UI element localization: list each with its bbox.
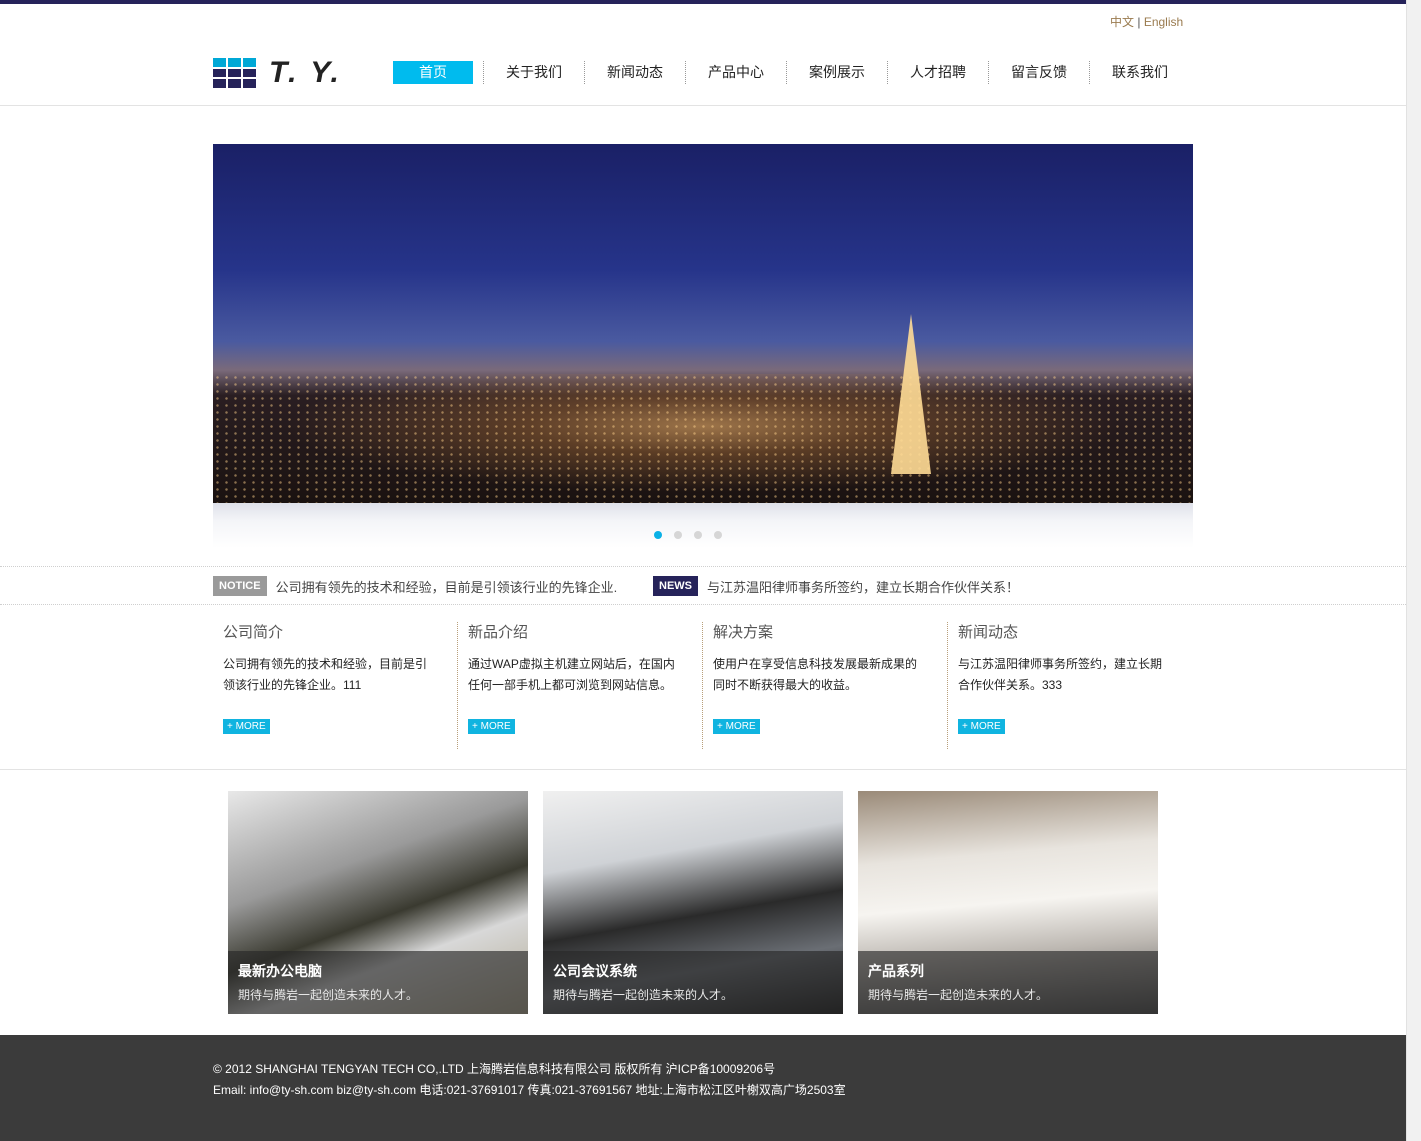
nav-divider [877,61,898,84]
footer-copyright: © 2012 SHANGHAI TENGYAN TECH CO,.LTD 上海腾… [213,1062,776,1076]
lang-separator: | [1137,15,1141,29]
column-text: 公司拥有领先的技术和经验，目前是引领该行业的先锋企业。111 [223,657,428,692]
product-card-meeting[interactable]: 公司会议系统 期待与腾岩一起创造未来的人才。 [543,791,843,1014]
footer-contact: Email: info@ty-sh.com biz@ty-sh.com 电话:0… [213,1083,846,1097]
card-title: 产品系列 [868,963,924,979]
column-solutions: 解决方案 使用户在享受信息科技发展最新成果的同时不断获得最大的收益。 + MOR… [703,622,948,749]
column-title: 公司简介 [223,624,284,641]
nav-item-news[interactable]: 新闻动态 [595,61,675,84]
column-title: 新品介绍 [468,624,529,641]
nav-item-jobs[interactable]: 人才招聘 [898,61,978,84]
card-caption: 产品系列 期待与腾岩一起创造未来的人才。 [858,951,1158,1014]
site-footer: © 2012 SHANGHAI TENGYAN TECH CO,.LTD 上海腾… [0,1035,1406,1141]
more-button[interactable]: + MORE [713,719,760,734]
card-caption: 最新办公电脑 期待与腾岩一起创造未来的人才。 [228,951,528,1014]
nav-divider [776,61,797,84]
column-text: 与江苏温阳律师事务所签约，建立长期合作伙伴关系。333 [958,657,1163,692]
product-cards: 最新办公电脑 期待与腾岩一起创造未来的人才。 公司会议系统 期待与腾岩一起创造未… [228,791,1158,1014]
product-card-laptop[interactable]: 最新办公电脑 期待与腾岩一起创造未来的人才。 [228,791,528,1014]
nav-item-cases[interactable]: 案例展示 [797,61,877,84]
header-divider [0,105,1406,106]
card-title: 最新办公电脑 [238,963,322,979]
main-nav: 首页 关于我们 新闻动态 产品中心 案例展示 人才招聘 留言反馈 联系我们 [393,61,1180,84]
card-title: 公司会议系统 [553,963,637,979]
card-caption: 公司会议系统 期待与腾岩一起创造未来的人才。 [543,951,843,1014]
nav-divider [473,61,494,84]
ticker-top-divider [0,566,1406,567]
nav-item-home[interactable]: 首页 [393,61,473,84]
column-text: 使用户在享受信息科技发展最新成果的同时不断获得最大的收益。 [713,657,918,692]
banner-reflection [213,503,1193,548]
ticker-bottom-divider [0,604,1406,605]
slider-dot-4[interactable] [714,531,722,539]
card-desc: 期待与腾岩一起创造未来的人才。 [238,988,419,1002]
column-about: 公司简介 公司拥有领先的技术和经验，目前是引领该行业的先锋企业。111 + MO… [213,622,458,749]
notice-text[interactable]: 公司拥有领先的技术和经验，目前是引领该行业的先锋企业. [276,577,618,596]
logo-grid-icon [213,58,256,88]
more-button[interactable]: + MORE [468,719,515,734]
info-columns: 公司简介 公司拥有领先的技术和经验，目前是引领该行业的先锋企业。111 + MO… [213,622,1193,749]
more-button[interactable]: + MORE [958,719,1005,734]
news-text[interactable]: 与江苏温阳律师事务所签约，建立长期合作伙伴关系！ [707,577,1019,596]
notice-bar: NOTICE 公司拥有领先的技术和经验，目前是引领该行业的先锋企业. [213,576,617,596]
top-accent-bar [0,0,1406,4]
more-button[interactable]: + MORE [223,719,270,734]
column-title: 解决方案 [713,624,774,641]
logo-text: T. Y. [269,56,342,89]
nav-divider [675,61,696,84]
column-new-products: 新品介绍 通过WAP虚拟主机建立网站后，在国内任何一部手机上都可浏览到网站信息。… [458,622,703,749]
news-bar: NEWS 与江苏温阳律师事务所签约，建立长期合作伙伴关系！ [653,576,1019,596]
card-desc: 期待与腾岩一起创造未来的人才。 [868,988,1049,1002]
column-news: 新闻动态 与江苏温阳律师事务所签约，建立长期合作伙伴关系。333 + MORE [948,622,1193,749]
language-switcher: 中文 | English [1110,13,1183,30]
nav-divider [978,61,999,84]
card-desc: 期待与腾岩一起创造未来的人才。 [553,988,734,1002]
nav-item-contact[interactable]: 联系我们 [1100,61,1180,84]
hero-banner-image[interactable] [213,144,1193,503]
nav-item-feedback[interactable]: 留言反馈 [999,61,1079,84]
nav-divider [1079,61,1100,84]
news-badge: NEWS [653,576,698,596]
product-card-series[interactable]: 产品系列 期待与腾岩一起创造未来的人才。 [858,791,1158,1014]
nav-divider [574,61,595,84]
nav-item-products[interactable]: 产品中心 [696,61,776,84]
slider-dot-3[interactable] [694,531,702,539]
lang-en-link[interactable]: English [1144,15,1183,29]
notice-badge: NOTICE [213,576,267,596]
section-divider [0,769,1406,770]
slider-dot-1[interactable] [654,531,662,539]
column-text: 通过WAP虚拟主机建立网站后，在国内任何一部手机上都可浏览到网站信息。 [468,657,675,692]
column-title: 新闻动态 [958,624,1019,641]
site-logo[interactable]: T. Y. [213,56,342,90]
window-scrollbar[interactable] [1406,0,1421,1141]
slider-dot-2[interactable] [674,531,682,539]
slider-pagination [654,531,722,539]
lang-zh-link[interactable]: 中文 [1110,15,1134,29]
eiffel-tower-shape [891,314,931,474]
nav-item-about[interactable]: 关于我们 [494,61,574,84]
